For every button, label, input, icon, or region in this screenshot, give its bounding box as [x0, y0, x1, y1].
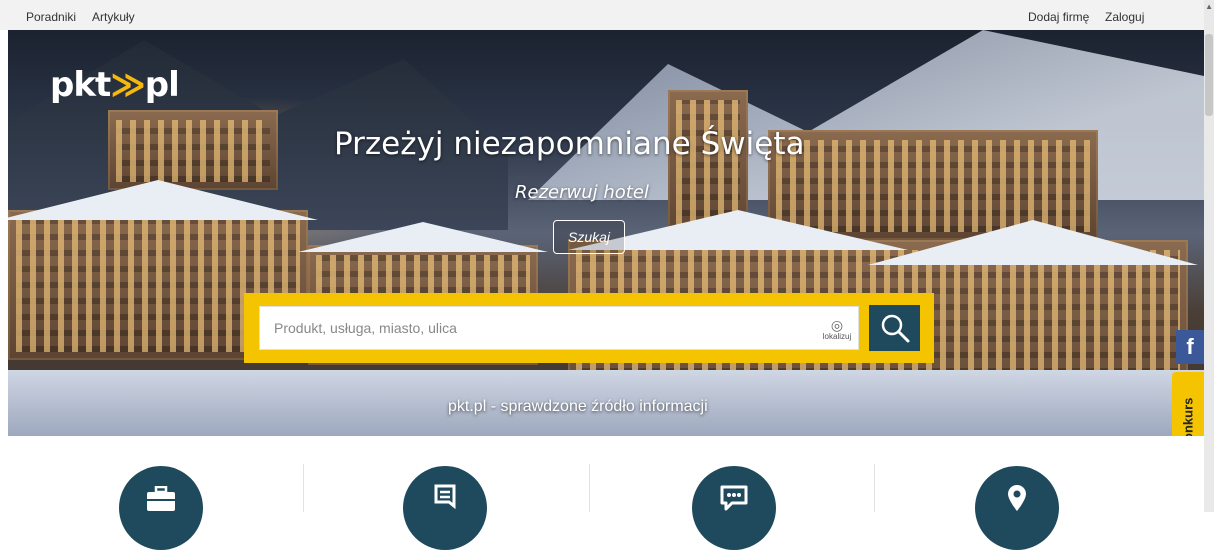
hero-search-button[interactable]: Szukaj	[553, 220, 625, 254]
divider	[874, 464, 875, 512]
search-submit-button[interactable]	[869, 305, 920, 351]
hero-subtitle: Rezerwuj hotel	[515, 182, 649, 203]
page-scrollbar[interactable]: ▲	[1204, 0, 1214, 512]
search-icon	[881, 314, 910, 343]
add-company-link[interactable]: Dodaj firmę	[1028, 10, 1089, 24]
divider	[303, 464, 304, 512]
building	[768, 130, 1098, 240]
site-logo[interactable]: pkt≫pl	[50, 65, 180, 105]
pin-glyph	[1008, 485, 1026, 511]
briefcase-icon[interactable]	[119, 466, 203, 550]
locate-label: lokalizuj	[822, 332, 852, 341]
features-section	[0, 436, 1204, 550]
nav-link-poradniki[interactable]: Poradniki	[26, 10, 76, 24]
bookmark-document-icon[interactable]	[403, 466, 487, 550]
hero-tagline: pkt.pl - sprawdzone źródło informacji	[448, 398, 708, 415]
search-input[interactable]	[259, 306, 859, 350]
chat-bubble-icon[interactable]	[692, 466, 776, 550]
building	[108, 110, 278, 190]
divider	[589, 464, 590, 512]
logo-chevron-icon: ≫	[110, 65, 146, 105]
target-icon: ◎	[830, 317, 844, 333]
locate-button[interactable]: ◎ lokalizuj	[814, 318, 860, 341]
scroll-up-icon[interactable]: ▲	[1205, 2, 1213, 11]
map-pin-icon[interactable]	[975, 466, 1059, 550]
facebook-button[interactable]: f	[1176, 330, 1204, 364]
hero-title: Przeżyj niezapomniane Święta	[334, 126, 805, 162]
briefcase-glyph	[147, 486, 175, 511]
document-glyph	[434, 484, 456, 510]
nav-link-artykuly[interactable]: Artykuły	[92, 10, 135, 24]
chat-glyph	[720, 485, 748, 511]
scrollbar-thumb[interactable]	[1205, 34, 1213, 116]
top-bar: Poradniki Artykuły Dodaj firmę Zaloguj	[0, 0, 1204, 30]
login-link[interactable]: Zaloguj	[1105, 10, 1144, 24]
